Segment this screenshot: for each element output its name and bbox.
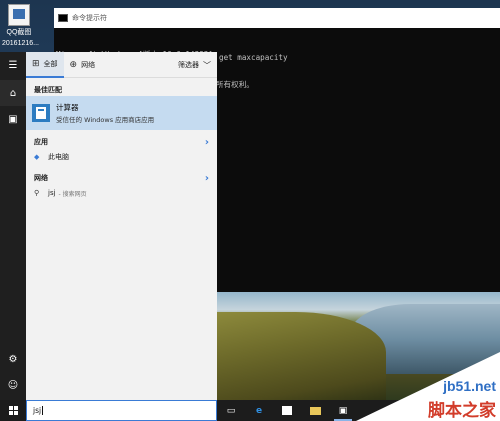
chevron-down-icon: ﹀ xyxy=(203,60,211,70)
image-file-icon xyxy=(8,4,30,26)
search-input[interactable]: jsj xyxy=(26,400,217,421)
globe-icon: ⊕ xyxy=(69,59,78,70)
web-heading[interactable]: 网络 › xyxy=(26,166,217,184)
hamburger-icon[interactable]: ☰ xyxy=(0,52,26,78)
tab-all-label: 全部 xyxy=(43,59,58,68)
grid-icon: ⊞ xyxy=(32,58,40,69)
cmd-icon xyxy=(58,14,68,22)
calculator-icon xyxy=(32,104,50,122)
watermark-site: jb51.net xyxy=(443,378,496,394)
desktop-icon-label-2: 20161216... xyxy=(2,40,39,47)
tab-all[interactable]: ⊞ 全部 xyxy=(26,51,64,78)
cmd-taskbar-icon[interactable]: ▣ xyxy=(330,400,356,421)
watermark: jb51.net 脚本之家 xyxy=(356,352,500,421)
web-search-suffix: - 搜索网页 xyxy=(58,190,87,198)
list-item-this-pc[interactable]: ◆ 此电脑 xyxy=(26,148,217,166)
tab-web[interactable]: ⊕ 网络 xyxy=(64,52,102,78)
web-search-query: jsj xyxy=(48,189,56,197)
best-match-heading-text: 最佳匹配 xyxy=(34,86,62,94)
best-match-heading: 最佳匹配 xyxy=(26,78,217,96)
best-match-subtitle: 受信任的 Windows 应用商店应用 xyxy=(56,116,155,124)
tab-web-label: 网络 xyxy=(81,60,96,69)
start-left-rail: ☰ ⌂ ▣ ⚙ ☺ xyxy=(0,52,26,400)
home-icon[interactable]: ⌂ xyxy=(0,80,26,106)
apps-heading[interactable]: 应用 › xyxy=(26,130,217,148)
best-match-item[interactable]: 计算器 受信任的 Windows 应用商店应用 xyxy=(26,96,217,130)
settings-icon[interactable]: ⚙ xyxy=(0,346,26,372)
desktop-icon-screenshot[interactable]: QQ截图 20161216... xyxy=(2,4,39,48)
search-input-value: jsj xyxy=(33,406,42,415)
search-results-panel: ⊞ 全部 ⊕ 网络 筛选器 ﹀ 最佳匹配 计算器 受信任的 Windows 应用… xyxy=(26,51,217,400)
task-view-icon[interactable]: ▭ xyxy=(218,400,244,421)
chevron-right-icon[interactable]: › xyxy=(205,137,209,148)
list-item-web-search[interactable]: ⚲ jsj - 搜索网页 xyxy=(26,184,217,202)
cmd-line-3: get maxcapacity xyxy=(219,53,288,62)
edge-browser-icon[interactable]: e xyxy=(246,400,272,421)
search-tabs: ⊞ 全部 ⊕ 网络 筛选器 ﹀ xyxy=(26,51,217,78)
cmd-title: 命令提示符 xyxy=(72,14,107,22)
file-explorer-icon[interactable] xyxy=(302,400,328,421)
apps-heading-text: 应用 xyxy=(34,138,48,146)
store-icon[interactable] xyxy=(274,400,300,421)
notebook-icon[interactable]: ▣ xyxy=(0,106,26,132)
filter-label: 筛选器 xyxy=(178,61,199,69)
search-icon: ⚲ xyxy=(34,189,40,197)
desktop-icon-label-1: QQ截图 xyxy=(6,29,32,36)
this-pc-label: 此电脑 xyxy=(48,153,69,161)
best-match-name: 计算器 xyxy=(56,103,79,112)
cmd-titlebar[interactable]: 命令提示符 xyxy=(54,8,500,28)
watermark-brand: 脚本之家 xyxy=(428,401,496,421)
start-button[interactable] xyxy=(0,400,26,421)
filter-dropdown[interactable]: 筛选器 ﹀ xyxy=(178,52,211,78)
windows-logo-icon xyxy=(8,406,18,415)
chevron-right-icon[interactable]: › xyxy=(205,173,209,184)
web-heading-text: 网络 xyxy=(34,174,48,182)
computer-icon: ◆ xyxy=(34,153,40,161)
feedback-icon[interactable]: ☺ xyxy=(0,372,26,398)
